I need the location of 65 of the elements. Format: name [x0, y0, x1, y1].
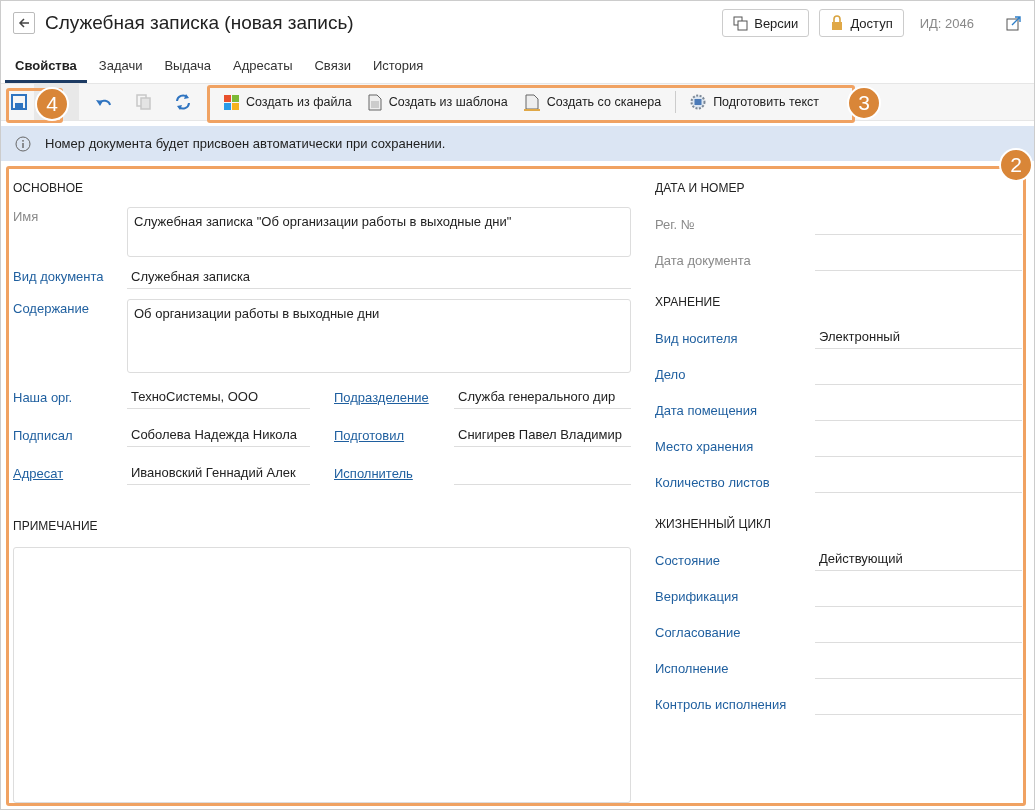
field-label: Согласование: [655, 624, 742, 642]
note-text-area[interactable]: [13, 547, 631, 803]
input-field[interactable]: Ивановский Геннадий Алек: [127, 463, 310, 485]
field-label: Количество листов: [655, 474, 771, 492]
field-label: Состояние: [655, 552, 721, 570]
input-field[interactable]: Действующий: [815, 549, 1022, 571]
input-field[interactable]: Снигирев Павел Владимир: [454, 425, 631, 447]
field-label: Содержание: [13, 300, 90, 316]
section-heading: ОСНОВНОЕ: [13, 181, 84, 195]
record-id: ИД: 2046: [919, 15, 974, 31]
external-link-icon: [1006, 15, 1022, 31]
arrow-left-icon: [17, 17, 31, 29]
tab[interactable]: Связи: [304, 45, 361, 83]
refresh-icon: [174, 93, 192, 111]
window-title: Служебная записка (новая запись): [45, 12, 355, 34]
field-label: Место хранения: [655, 438, 755, 456]
chip-icon: [690, 94, 707, 110]
versions-button[interactable]: Версии: [722, 9, 810, 37]
input-field[interactable]: Электронный: [815, 327, 1022, 349]
field-label: Дата документа: [655, 252, 752, 270]
section-heading: ПРИМЕЧАНИЕ: [13, 519, 99, 533]
field-label: Дело: [655, 366, 687, 384]
text-area[interactable]: Об организации работы в выходные дни: [127, 299, 631, 373]
field-label: Вид носителя: [655, 330, 739, 348]
section-heading: ХРАНЕНИЕ: [655, 295, 722, 309]
input-field[interactable]: ТехноСистемы, ООО: [127, 387, 310, 409]
section-heading: ДАТА И НОМЕР: [655, 181, 746, 195]
field-label[interactable]: Исполнитель: [334, 464, 454, 485]
tab[interactable]: Задачи: [88, 45, 153, 83]
copy-icon: [135, 94, 151, 110]
field-label: Имя: [13, 208, 40, 224]
field-label: Дата помещения: [655, 402, 759, 420]
create-action-button[interactable]: Подготовить текст: [682, 84, 828, 120]
field-label: Верификация: [655, 588, 740, 606]
field-label: Рег. №: [655, 216, 696, 234]
back-button[interactable]: [13, 12, 35, 34]
callout-number: 2: [999, 148, 1033, 182]
field-label[interactable]: Подготовил: [334, 426, 454, 447]
field-label[interactable]: Адресат: [13, 464, 127, 485]
scanner-document-icon: [523, 93, 540, 111]
colored-squares-icon: [224, 94, 239, 110]
document-icon: [367, 93, 382, 111]
info-icon: [15, 135, 31, 152]
tab[interactable]: История: [362, 45, 434, 83]
field-label: Наша орг.: [13, 389, 74, 407]
create-action-button[interactable]: Создать со сканера: [515, 84, 670, 120]
field-label: Исполнение: [655, 660, 730, 678]
section-heading: ЖИЗНЕННЫЙ ЦИКЛ: [655, 517, 772, 531]
create-action-button[interactable]: Создать из файла: [216, 84, 360, 120]
tab[interactable]: Выдача: [154, 45, 221, 83]
info-message: Номер документа будет присвоен автоматически при сохранении.: [45, 136, 446, 151]
open-external-button[interactable]: [1006, 15, 1022, 31]
field-label[interactable]: Подразделение: [334, 388, 454, 409]
copies-icon: [733, 15, 749, 31]
access-button[interactable]: Доступ: [819, 9, 904, 37]
padlock-icon: [830, 15, 845, 31]
tab[interactable]: Адресаты: [223, 45, 303, 83]
create-action-button[interactable]: Создать из шаблона: [359, 84, 516, 120]
input-field[interactable]: Служба генерального дир: [454, 387, 631, 409]
input-field[interactable]: Служебная записка: [127, 267, 631, 289]
field-label: Вид документа: [13, 268, 105, 284]
field-label: Подписал: [13, 427, 74, 445]
text-area[interactable]: Служебная записка "Об организации работы в выходные дни": [127, 207, 631, 257]
input-field[interactable]: Соболева Надежда Никола: [127, 425, 310, 447]
field-label: Контроль исполнения: [655, 696, 788, 714]
